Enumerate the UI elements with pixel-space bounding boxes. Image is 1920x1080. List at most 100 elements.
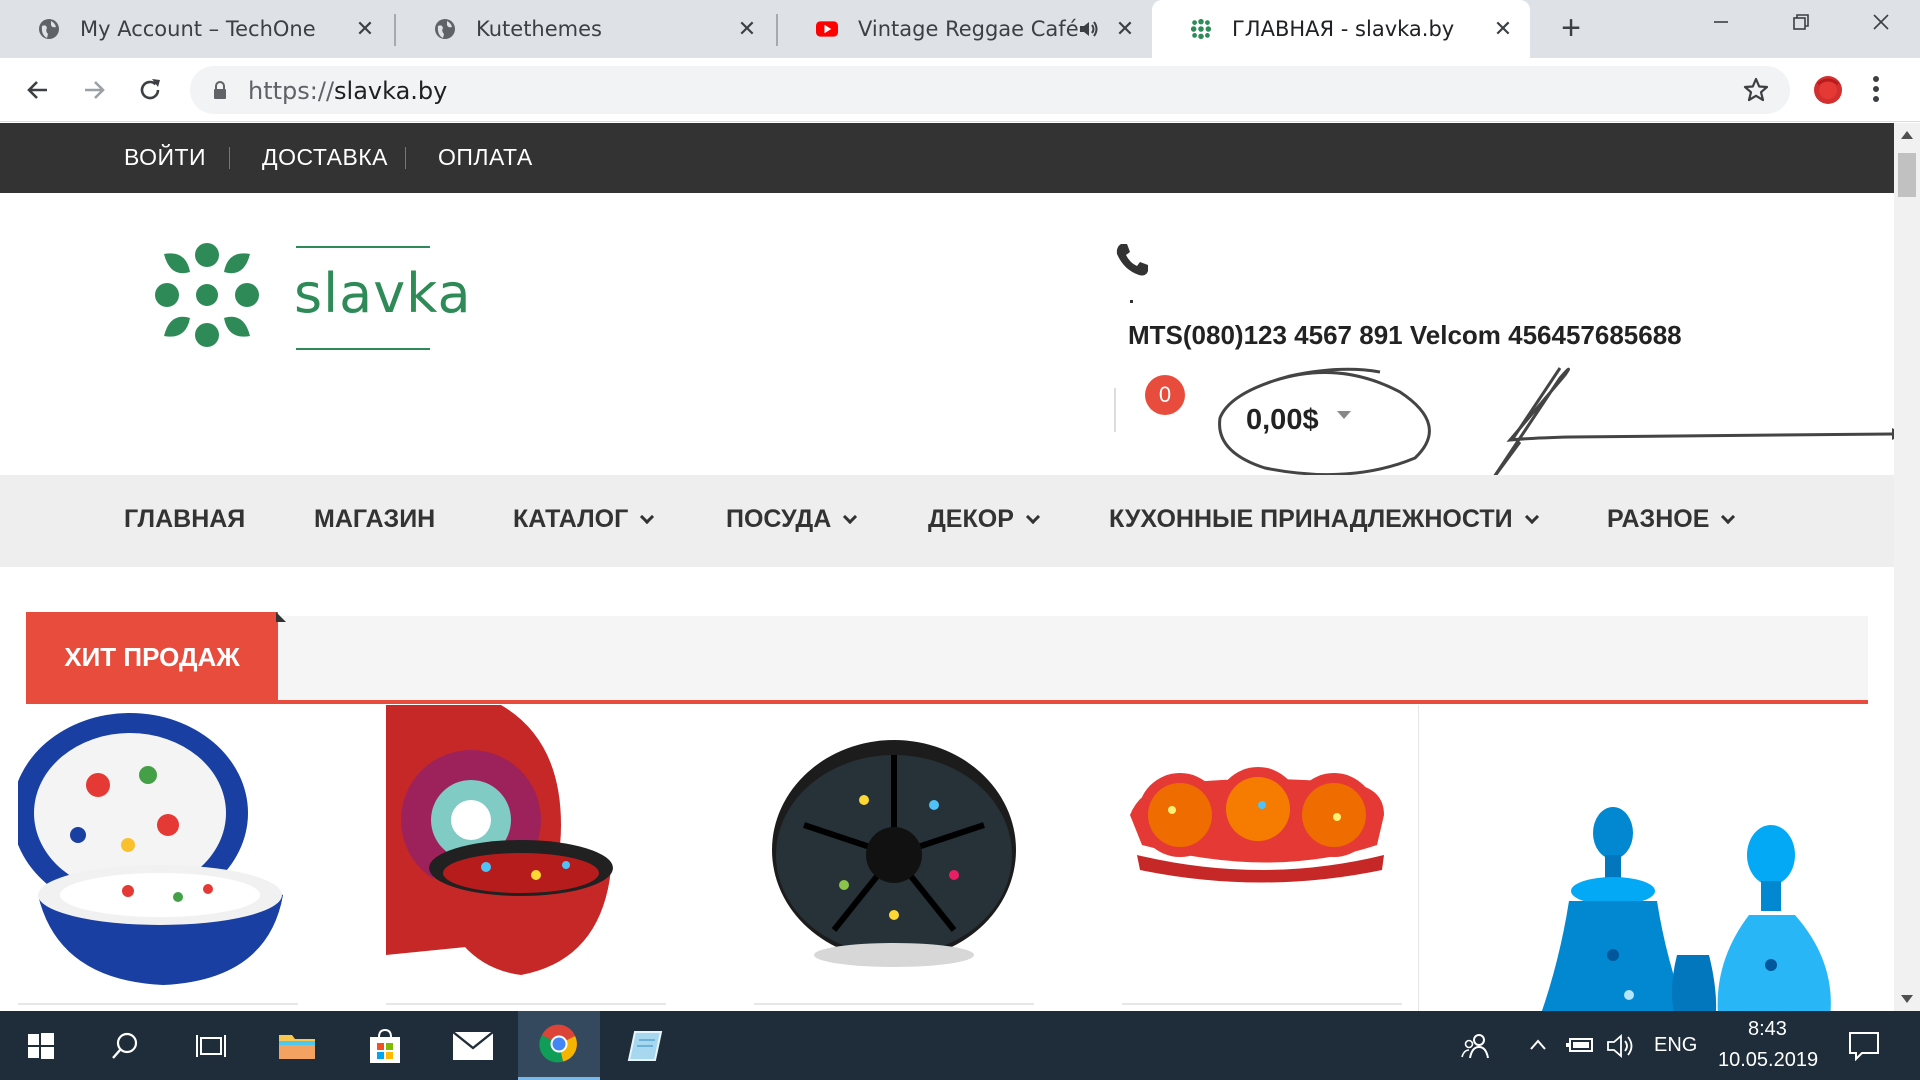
window-close-button[interactable] (1856, 8, 1906, 42)
tab-youtube[interactable]: Vintage Reggae Café Vol ✕ (778, 0, 1152, 58)
nav-misc[interactable]: РАЗНОЕ (1607, 505, 1736, 534)
search-button[interactable] (84, 1011, 166, 1080)
notepad-button[interactable] (604, 1011, 686, 1080)
payment-link[interactable]: ОПЛАТА (438, 144, 533, 171)
topbar-separator (405, 147, 406, 169)
store-button[interactable] (344, 1011, 426, 1080)
delivery-link[interactable]: ДОСТАВКА (262, 144, 388, 171)
extension-icon[interactable] (1810, 72, 1846, 113)
youtube-icon (816, 18, 838, 40)
clock-time[interactable]: 8:43 (1748, 1018, 1787, 1041)
nav-label: РАЗНОЕ (1607, 505, 1710, 533)
cart-total[interactable]: 0,00$ (1246, 404, 1319, 437)
mail-button[interactable] (432, 1011, 514, 1080)
nav-shop[interactable]: МАГАЗИН (314, 505, 435, 534)
tab-title: My Account – TechOne (80, 17, 316, 41)
product-image-red-bowls (386, 705, 613, 975)
forward-button[interactable] (74, 70, 114, 110)
speaker-icon[interactable] (1078, 19, 1100, 44)
bestseller-tab[interactable]: ХИТ ПРОДАЖ (26, 612, 278, 702)
close-icon[interactable]: ✕ (734, 16, 760, 42)
globe-icon (38, 18, 60, 40)
tray-chevron-up-icon[interactable] (1528, 1035, 1548, 1060)
product-card[interactable] (754, 705, 1034, 1005)
cart-dropdown-caret-icon[interactable] (1337, 411, 1351, 419)
nav-home[interactable]: ГЛАВНАЯ (124, 505, 245, 534)
url-host: slavka.by (334, 77, 448, 105)
cart-separator (1114, 388, 1116, 432)
nav-label: ДЕКОР (928, 505, 1014, 533)
address-bar[interactable]: https://slavka.by (190, 66, 1790, 114)
tab-title: Vintage Reggae Café Vol (858, 17, 1078, 41)
volume-icon[interactable] (1606, 1033, 1636, 1064)
product-card[interactable] (12, 705, 298, 1005)
bookmark-star-icon[interactable] (1742, 76, 1770, 109)
tab-title: Kutethemes (476, 17, 602, 41)
nav-catalog[interactable]: КАТАЛОГ (513, 505, 655, 534)
phone-dot (1130, 300, 1133, 303)
restore-icon (1793, 14, 1809, 30)
nav-kitchen[interactable]: КУХОННЫЕ ПРИНАДЛЕЖНОСТИ (1109, 505, 1539, 534)
nav-decor[interactable]: ДЕКОР (928, 505, 1040, 534)
task-view-button[interactable] (170, 1011, 252, 1080)
chevron-down-icon (843, 509, 858, 525)
battery-icon[interactable] (1566, 1033, 1596, 1062)
cart-count-badge[interactable]: 0 (1145, 375, 1185, 415)
back-button[interactable] (18, 70, 58, 110)
tab-notch (276, 612, 286, 622)
card-divider (754, 1003, 1034, 1005)
folder-icon (279, 1034, 315, 1059)
reload-icon (140, 79, 160, 100)
tab-kutethemes[interactable]: Kutethemes ✕ (396, 0, 774, 58)
login-link[interactable]: ВОЙТИ (124, 144, 206, 171)
mail-icon (452, 1030, 494, 1060)
chrome-button[interactable] (518, 1011, 600, 1080)
product-card[interactable] (1122, 705, 1402, 1005)
url-text[interactable]: https://slavka.by (248, 77, 447, 105)
minimize-button[interactable] (1696, 8, 1746, 42)
back-arrow-icon (27, 81, 47, 99)
notifications-icon[interactable] (1848, 1031, 1880, 1066)
windows-logo-icon (28, 1032, 54, 1059)
globe-icon (434, 18, 456, 40)
reload-button[interactable] (130, 70, 170, 110)
tab-my-account[interactable]: My Account – TechOne ✕ (0, 0, 392, 58)
forward-arrow-icon (85, 81, 105, 99)
featured-product[interactable] (1418, 705, 1894, 1025)
section-header-bar (26, 616, 1868, 702)
nav-dishes[interactable]: ПОСУДА (726, 505, 858, 534)
product-image-blue-bowls (12, 713, 283, 985)
clock-date[interactable]: 10.05.2019 (1718, 1049, 1818, 1072)
chevron-down-icon (1721, 509, 1736, 525)
card-divider (18, 1003, 298, 1005)
tab-slavka[interactable]: ГЛАВНАЯ - slavka.by ✕ (1152, 0, 1530, 58)
scroll-down-icon[interactable] (1901, 995, 1913, 1003)
people-icon[interactable] (1460, 1031, 1490, 1066)
close-icon[interactable]: ✕ (352, 16, 378, 42)
chevron-down-icon (640, 509, 655, 525)
file-explorer-button[interactable] (256, 1011, 338, 1080)
chevron-down-icon (1524, 509, 1539, 525)
close-icon[interactable]: ✕ (1112, 16, 1138, 42)
card-divider (386, 1003, 666, 1005)
product-image-red-triple-dish (1130, 767, 1384, 883)
scrollbar-thumb[interactable] (1898, 153, 1916, 197)
task-view-icon (196, 1034, 226, 1057)
chrome-icon (539, 1024, 577, 1063)
more-menu-icon[interactable] (1872, 74, 1880, 109)
card-divider (1122, 1003, 1402, 1005)
tab-title: ГЛАВНАЯ - slavka.by (1232, 17, 1455, 41)
new-tab-button[interactable]: + (1554, 11, 1588, 46)
language-indicator[interactable]: ENG (1654, 1034, 1697, 1057)
product-card[interactable] (386, 705, 666, 1005)
page-scrollbar[interactable] (1894, 123, 1920, 1011)
product-image-turquoise-vases (1537, 807, 1831, 1025)
lock-icon[interactable] (212, 80, 228, 105)
phone-numbers: MTS(080)123 4567 891 Velcom 456457685688 (1128, 320, 1682, 350)
start-button[interactable] (0, 1011, 82, 1080)
restore-button[interactable] (1776, 8, 1826, 42)
close-icon[interactable]: ✕ (1490, 16, 1516, 42)
scroll-up-icon[interactable] (1901, 131, 1913, 139)
store-icon (370, 1028, 400, 1063)
slavka-favicon (1190, 18, 1212, 40)
